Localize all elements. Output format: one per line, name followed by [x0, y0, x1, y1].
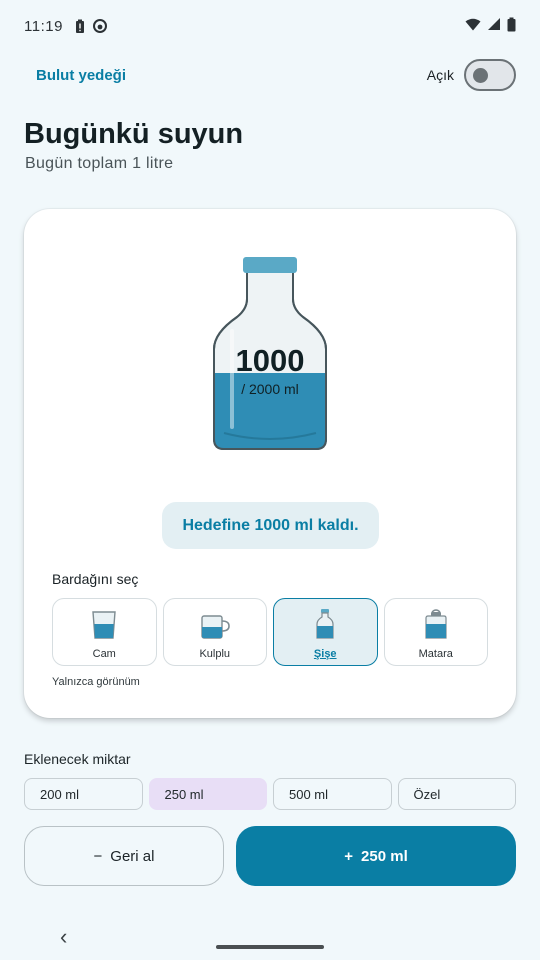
- amount-chip-200[interactable]: 200 ml: [24, 778, 143, 810]
- status-bar: 11:19: [0, 0, 540, 52]
- gesture-bar[interactable]: [216, 945, 324, 949]
- nav-back-icon[interactable]: ‹: [60, 924, 67, 950]
- wifi-icon: [465, 18, 481, 35]
- current-amount: 1000: [235, 343, 305, 378]
- cup-label: Kulplu: [199, 648, 231, 660]
- flask-icon: [425, 608, 447, 640]
- amount-chip-250[interactable]: 250 ml: [148, 778, 267, 810]
- cup-selector: Cam Kulplu Şişe Matara: [52, 598, 488, 666]
- plus-icon: +: [344, 847, 354, 865]
- view-only-note: Yalnızca görünüm: [52, 676, 140, 688]
- remaining-text: Hedefine 1000 ml kaldı.: [182, 516, 359, 534]
- mug-icon: [200, 608, 230, 640]
- page-subtitle: Bugün toplam 1 litre: [25, 155, 174, 172]
- add-label: 250 ml: [361, 847, 408, 865]
- battery-alert-icon: [75, 19, 85, 34]
- status-right: [465, 17, 516, 36]
- cup-label: Matara: [418, 648, 453, 660]
- status-time: 11:19: [24, 17, 63, 35]
- goal-amount: / 2000 ml: [241, 381, 299, 397]
- page-title: Bugünkü suyun: [24, 118, 244, 150]
- toggle-label: Açık: [426, 67, 454, 83]
- cup-option-flask[interactable]: Matara: [383, 598, 488, 666]
- toggle-knob: [473, 68, 488, 83]
- cup-label: Şişe: [313, 648, 337, 660]
- cup-section-title: Bardağını seç: [52, 571, 139, 587]
- cloud-backup-link[interactable]: Bulut yedeği: [36, 67, 126, 84]
- glass-icon: [91, 608, 117, 640]
- minus-icon: −: [93, 847, 103, 865]
- amount-title: Eklenecek miktar: [24, 751, 131, 767]
- top-row: Bulut yedeği Açık: [24, 58, 516, 92]
- amount-chip-custom[interactable]: Özel: [397, 778, 516, 810]
- water-card: 1000 / 2000 ml Hedefine 1000 ml kaldı. B…: [24, 209, 516, 718]
- undo-button[interactable]: − Geri al: [24, 826, 224, 886]
- backup-toggle-group: Açık: [427, 59, 516, 91]
- amount-options: 200 ml 250 ml 500 ml Özel: [24, 778, 516, 810]
- app-notification-icon: [92, 19, 107, 33]
- battery-icon: [507, 17, 516, 36]
- cup-option-glass[interactable]: Cam: [52, 598, 157, 666]
- signal-icon: [487, 17, 501, 35]
- water-bottle: 1000 / 2000 ml: [210, 255, 330, 451]
- cup-option-bottle[interactable]: Şişe: [273, 598, 378, 666]
- cup-option-mug[interactable]: Kulplu: [162, 598, 267, 666]
- bottle-icon: [315, 608, 335, 640]
- undo-label: Geri al: [110, 847, 155, 865]
- add-water-button[interactable]: + 250 ml: [236, 826, 516, 886]
- cup-label: Cam: [92, 648, 116, 660]
- remaining-badge: Hedefine 1000 ml kaldı.: [162, 502, 379, 549]
- amount-chip-500[interactable]: 500 ml: [273, 778, 392, 810]
- backup-toggle[interactable]: [464, 59, 516, 91]
